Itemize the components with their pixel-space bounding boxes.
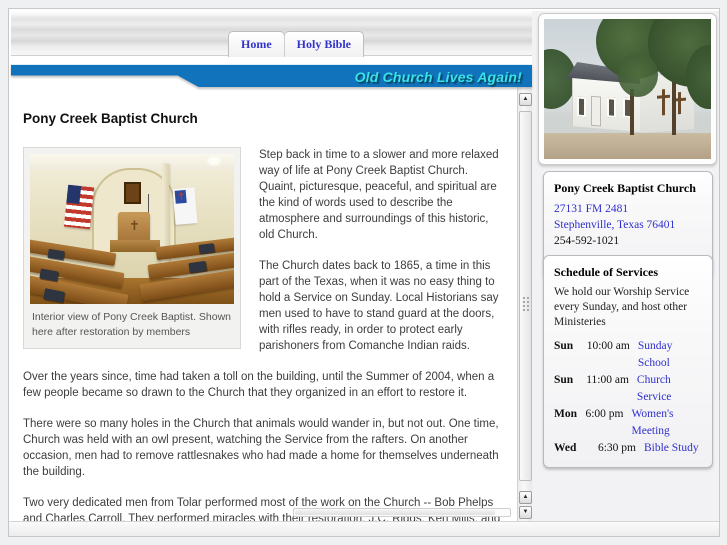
schedule-card: Schedule of Services We hold our Worship…	[543, 255, 713, 468]
scroll-up-icon[interactable]: ▲	[519, 491, 532, 504]
exterior-photo-card	[538, 13, 717, 165]
horizontal-scrollbar-thumb[interactable]	[295, 510, 495, 515]
cross-icon	[662, 89, 665, 116]
main-content: Pony Creek Baptist Church ✝ ✝ Interior v…	[11, 87, 517, 521]
vertical-scrollbar-thumb[interactable]	[519, 111, 532, 481]
schedule-day: Mon	[554, 408, 577, 420]
schedule-row: Wed 6:30 pm Bible Study	[554, 440, 702, 457]
christian-flag	[172, 187, 198, 225]
schedule-event-link[interactable]: Bible Study	[644, 440, 699, 457]
church-exterior-photo	[544, 19, 711, 159]
vertical-scrollbar[interactable]: ▲ ▲ ▼	[517, 87, 532, 521]
schedule-day: Wed	[554, 442, 577, 454]
page-title: Pony Creek Baptist Church	[23, 111, 198, 126]
schedule-list: Sun 10:00 am Sunday School Sun 11:00 am Churc…	[554, 338, 702, 457]
tree-trunk	[672, 81, 676, 135]
dirt-ground	[544, 133, 711, 159]
schedule-event-link[interactable]: Church Service	[637, 372, 702, 406]
schedule-row: Sun 10:00 am Sunday School	[554, 338, 702, 372]
interior-photo-figure: Interior view of Pony Creek Baptist. Sho…	[23, 147, 241, 349]
scroll-down-icon[interactable]: ▼	[519, 506, 532, 519]
schedule-time: 6:00 pm	[585, 408, 624, 420]
city-address-link[interactable]: Stephenville, Texas 76401	[554, 219, 675, 231]
site-slogan: Old Church Lives Again!	[354, 69, 522, 85]
schedule-time: 10:00 am	[586, 340, 630, 352]
schedule-row: Mon 6:00 pm Women's Meeting	[554, 406, 702, 440]
horizontal-scrollbar[interactable]	[293, 508, 511, 517]
schedule-day: Sun	[554, 374, 574, 386]
schedule-event-link[interactable]: Women's Meeting	[631, 406, 702, 440]
hymn-book	[198, 243, 215, 254]
hymn-book	[47, 248, 65, 261]
phone-number: 254-592-1021	[554, 235, 620, 247]
schedule-intro: We hold our Worship Service every Sunday…	[554, 286, 690, 328]
schedule-event-link[interactable]: Sunday School	[638, 338, 702, 372]
tab-holy-bible[interactable]: Holy Bible	[283, 31, 364, 57]
slogan-banner: Old Church Lives Again!	[11, 63, 532, 87]
us-flag	[63, 184, 95, 230]
article-paragraph: Over the years since, time had taken a t…	[23, 371, 495, 399]
street-address-link[interactable]: 27131 FM 2481	[554, 203, 628, 215]
tree	[618, 53, 658, 97]
article-paragraph: There were so many holes in the Church t…	[23, 418, 499, 478]
church-door	[591, 95, 601, 127]
pulpit	[118, 212, 150, 242]
browser-page: Home Holy Bible Old Church Lives Again! P…	[8, 8, 720, 537]
interior-photo-caption: Interior view of Pony Creek Baptist. Sho…	[32, 311, 232, 338]
schedule-time: 11:00 am	[586, 374, 629, 386]
schedule-day: Sun	[554, 340, 574, 352]
schedule-title: Schedule of Services	[554, 265, 658, 279]
schedule-row: Sun 11:00 am Church Service	[554, 372, 702, 406]
scroll-up-icon[interactable]: ▲	[519, 93, 532, 106]
pulpit-base	[110, 240, 160, 252]
church-window	[577, 96, 586, 118]
tab-home[interactable]: Home	[228, 31, 285, 57]
cross-icon	[678, 92, 681, 115]
church-interior-photo	[30, 154, 234, 304]
interior-picture-frame	[124, 182, 141, 204]
nav-tabbar: Home Holy Bible	[228, 31, 364, 57]
scrollbar-grip-icon	[522, 296, 530, 312]
schedule-time: 6:30 pm	[597, 442, 636, 454]
interior-lamp	[208, 157, 220, 165]
church-window	[607, 97, 616, 118]
church-name: Pony Creek Baptist Church	[554, 181, 696, 195]
window-footer	[9, 521, 719, 536]
